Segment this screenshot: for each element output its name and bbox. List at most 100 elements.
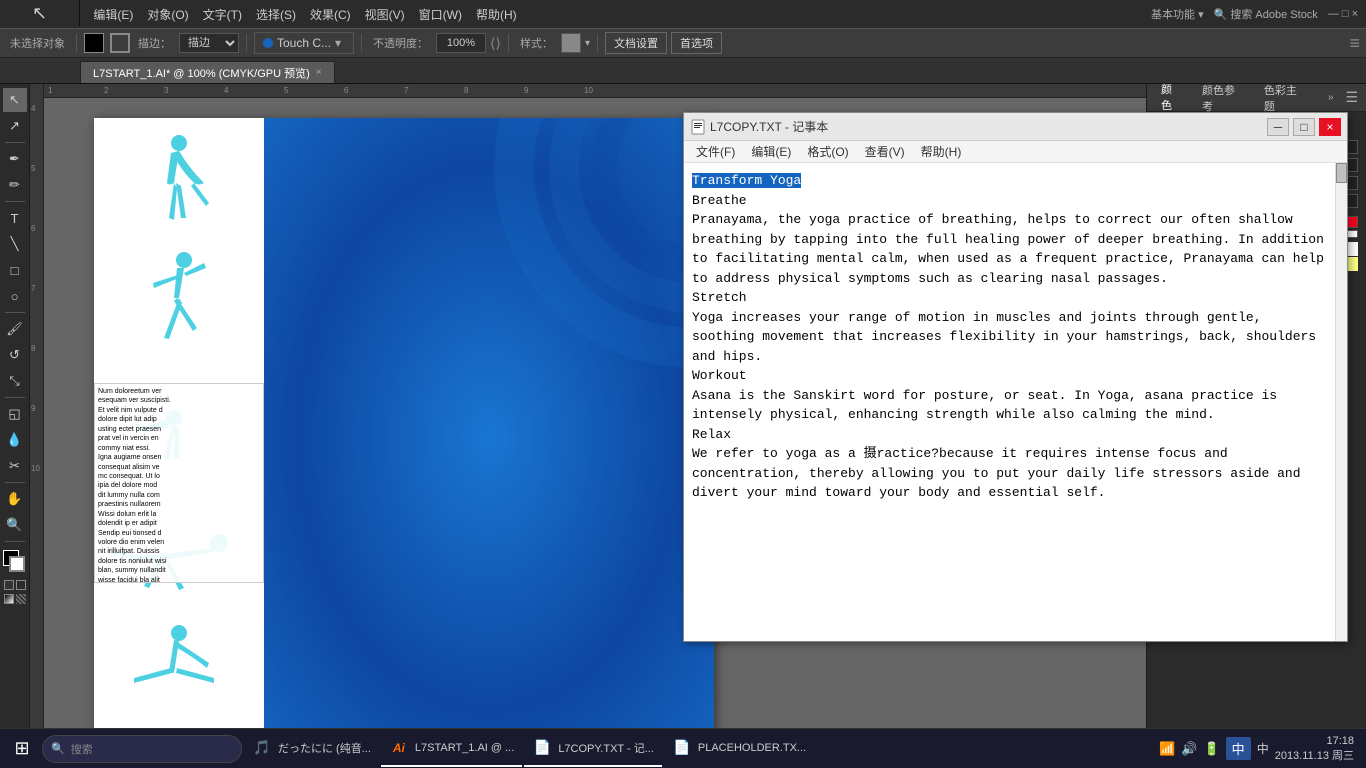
arrow-tool[interactable]: ↖ <box>32 3 47 24</box>
notepad-window: L7COPY.TXT - 记事本 ─ □ × 文件(F) 编辑(E) 格式(O)… <box>683 112 1348 642</box>
panel-expand[interactable]: » <box>1328 92 1334 103</box>
search-label: 搜索 <box>71 741 93 757</box>
battery-icon[interactable]: 🔋 <box>1203 741 1219 757</box>
tool-pencil[interactable]: ✏ <box>3 173 27 197</box>
no-fill-mode[interactable] <box>16 580 26 590</box>
tool-zoom[interactable]: 🔍 <box>3 513 27 537</box>
menu-effect[interactable]: 效果(C) <box>304 4 357 25</box>
notepad-menu-view[interactable]: 查看(V) <box>857 141 913 162</box>
tool-scissors[interactable]: ✂ <box>3 454 27 478</box>
notepad-maximize-btn[interactable]: □ <box>1293 118 1315 136</box>
gradient-mode[interactable] <box>4 594 14 604</box>
notepad-minimize-btn[interactable]: ─ <box>1267 118 1289 136</box>
clock[interactable]: 17:18 2013.11.13 周三 <box>1275 734 1354 763</box>
ime-indicator[interactable]: 中 <box>1226 737 1251 760</box>
tool-rotate[interactable]: ↺ <box>3 343 27 367</box>
menu-select[interactable]: 选择(S) <box>250 4 302 25</box>
search-icon: 🔍 <box>51 742 65 755</box>
notepad-close-btn[interactable]: × <box>1319 118 1341 136</box>
tab-close-btn[interactable]: × <box>316 67 322 78</box>
network-icon[interactable]: 📶 <box>1159 741 1175 757</box>
date-display: 2013.11.13 周三 <box>1275 749 1354 763</box>
artboard-left: Num doloreetum ver esequam ver suscipist… <box>94 118 264 742</box>
menu-object[interactable]: 对象(O) <box>141 4 194 25</box>
notepad-titlebar: L7COPY.TXT - 记事本 ─ □ × <box>684 113 1347 141</box>
ruler-left: 4 5 6 7 8 9 10 <box>30 84 44 742</box>
fill-stroke-selector[interactable] <box>3 550 27 574</box>
taskbar: ⊞ 🔍 搜索 🎵 だったにに (纯音... Ai L7START_1.AI @ … <box>0 728 1366 768</box>
lang-indicator[interactable]: 中 <box>1257 740 1269 757</box>
stroke-select[interactable]: 描边 <box>179 33 239 53</box>
notepad2-app-label: PLACEHOLDER.TX... <box>698 742 806 754</box>
tool-ellipse[interactable]: ○ <box>3 284 27 308</box>
main-tab[interactable]: L7START_1.AI* @ 100% (CMYK/GPU 预览) × <box>80 61 335 83</box>
tool-hand[interactable]: ✋ <box>3 487 27 511</box>
notepad-menu-format[interactable]: 格式(O) <box>799 141 856 162</box>
taskbar-sys: 📶 🔊 🔋 中 中 17:18 2013.11.13 周三 <box>1151 734 1362 763</box>
notepad2-icon: 📄 <box>672 738 692 758</box>
toolbox: ↖ ↗ ✒ ✏ T ╲ □ ○ 🖌 ↺ ⤡ ◱ 💧 ✂ ✋ 🔍 <box>0 84 30 742</box>
menu-bar: Ai 文件(F) 编辑(E) 对象(O) 文字(T) 选择(S) 效果(C) 视… <box>0 0 1366 28</box>
yoga-pose-5 <box>104 618 249 728</box>
notepad-menu-edit[interactable]: 编辑(E) <box>743 141 799 162</box>
tool-rect[interactable]: □ <box>3 258 27 282</box>
taskbar-app-music[interactable]: 🎵 だったにに (纯音... <box>244 731 379 767</box>
color-fill-mode[interactable] <box>4 580 14 590</box>
menu-window[interactable]: 窗口(W) <box>413 4 468 25</box>
tool-eyedropper[interactable]: 💧 <box>3 428 27 452</box>
tool-paintbrush[interactable]: 🖌 <box>3 317 27 341</box>
tool-direct-select[interactable]: ↗ <box>3 114 27 138</box>
ruler-top: 1 2 3 4 5 6 7 8 9 10 <box>44 84 1146 98</box>
preferences-btn[interactable]: 首选项 <box>671 32 722 54</box>
artboard: Num doloreetum ver esequam ver suscipist… <box>94 118 714 742</box>
yoga-pose-1 <box>109 128 249 248</box>
panel-tab-color-theme[interactable]: 色彩主题 <box>1258 80 1312 116</box>
tool-gradient[interactable]: ◱ <box>3 402 27 426</box>
taskbar-app-notepad2[interactable]: 📄 PLACEHOLDER.TX... <box>664 731 814 767</box>
opacity-label: 不透明度： <box>369 35 432 51</box>
notepad-menu-help[interactable]: 帮助(H) <box>913 141 970 162</box>
panel-tab-color-ref[interactable]: 颜色参考 <box>1196 80 1250 116</box>
panel-tab-color[interactable]: 颜色 <box>1155 79 1188 117</box>
tool-select[interactable]: ↖ <box>3 88 27 112</box>
menu-view[interactable]: 视图(V) <box>359 4 411 25</box>
pattern-mode[interactable] <box>16 594 26 604</box>
illustrator-icon: Ai <box>389 738 409 758</box>
menu-text[interactable]: 文字(T) <box>197 4 248 25</box>
doc-setup-btn[interactable]: 文档设置 <box>605 32 667 54</box>
music-icon: 🎵 <box>252 738 272 758</box>
notepad1-icon: 📄 <box>532 738 552 758</box>
touch-preset[interactable]: Touch C... ▾ <box>254 32 354 54</box>
no-selection-label: 未选择对象 <box>6 35 69 51</box>
volume-icon[interactable]: 🔊 <box>1181 741 1197 757</box>
artboard-blue-bg <box>264 118 714 742</box>
panel-menu[interactable]: ☰ <box>1345 89 1358 106</box>
tool-pen[interactable]: ✒ <box>3 147 27 171</box>
notepad-content[interactable]: Transform Yoga Breathe Pranayama, the yo… <box>684 163 1335 641</box>
illustrator-app-label: L7START_1.AI @ ... <box>415 742 514 754</box>
tool-scale[interactable]: ⤡ <box>3 369 27 393</box>
menu-help[interactable]: 帮助(H) <box>470 4 523 25</box>
tool-line[interactable]: ╲ <box>3 232 27 256</box>
toolbar: 未选择对象 描边： 描边 Touch C... ▾ 不透明度： ⟨⟩ 样式： ▾… <box>0 28 1366 58</box>
notepad-title-highlight: Transform Yoga <box>692 173 801 188</box>
notepad-title: L7COPY.TXT - 记事本 <box>710 118 1263 135</box>
menu-edit[interactable]: 编辑(E) <box>87 4 139 25</box>
start-button[interactable]: ⊞ <box>4 731 40 767</box>
tool-text[interactable]: T <box>3 206 27 230</box>
taskbar-app-illustrator[interactable]: Ai L7START_1.AI @ ... <box>381 731 522 767</box>
stroke-color[interactable] <box>110 33 130 53</box>
notepad-menu-file[interactable]: 文件(F) <box>688 141 743 162</box>
stroke-label: 描边： <box>134 35 175 51</box>
artboard-text-box: Num doloreetum ver esequam ver suscipist… <box>94 383 264 583</box>
artboard-right <box>264 118 714 742</box>
panel-header: 颜色 颜色参考 色彩主题 » ☰ <box>1147 84 1366 112</box>
taskbar-search[interactable]: 🔍 搜索 <box>42 735 242 763</box>
time-display: 17:18 <box>1275 734 1354 748</box>
taskbar-app-notepad1[interactable]: 📄 L7COPY.TXT - 记... <box>524 731 662 767</box>
style-box[interactable] <box>561 33 581 53</box>
fill-color[interactable] <box>84 33 104 53</box>
opacity-input[interactable] <box>436 33 486 53</box>
notepad-scrollbar[interactable] <box>1335 163 1347 641</box>
touch-label: Touch C... <box>277 36 331 50</box>
